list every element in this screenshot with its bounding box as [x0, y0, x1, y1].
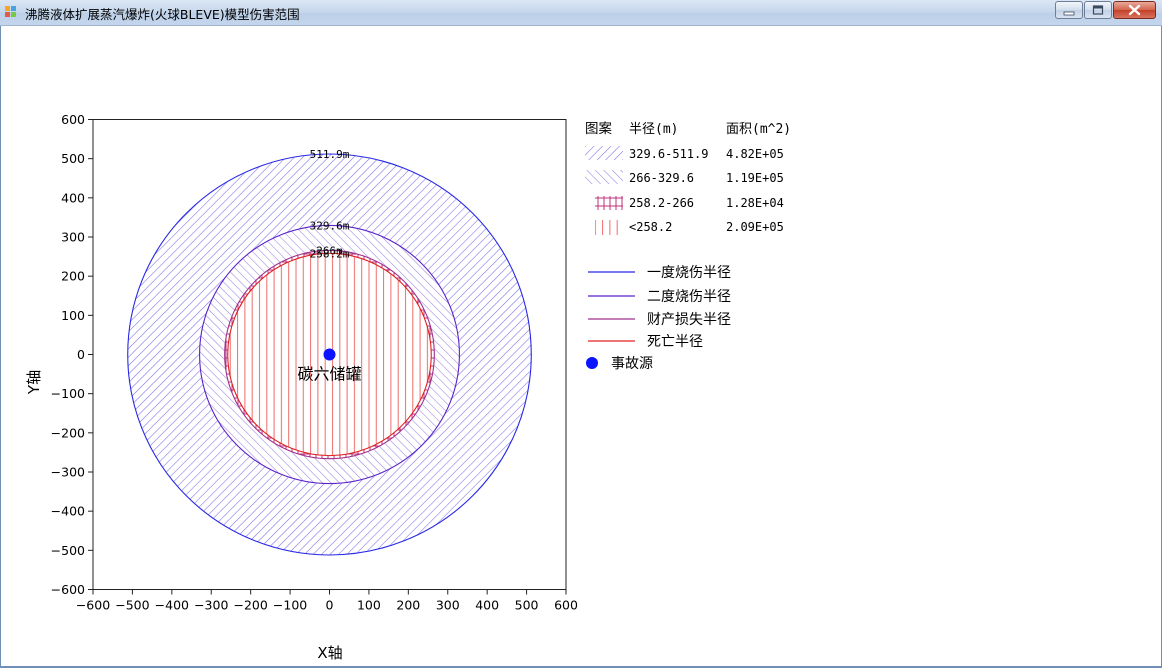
- y-axis-label: Y轴: [25, 370, 43, 395]
- legend-zone-area: 1.28E+04: [726, 196, 784, 210]
- x-tick-label: 100: [357, 598, 381, 613]
- y-tick-label: 300: [61, 230, 85, 245]
- radius-label: 258.2m: [310, 247, 350, 260]
- app-window-icon[interactable]: [5, 6, 17, 18]
- y-tick-label: −500: [51, 543, 85, 558]
- maximize-button[interactable]: [1084, 1, 1112, 19]
- legend-swatch-hatch-back: [585, 170, 623, 184]
- legend-label-first-degree: 一度烧伤半径: [647, 265, 731, 281]
- source-label: 碳六储罐: [297, 365, 361, 384]
- y-tick-label: 0: [77, 347, 85, 362]
- x-tick-label: −500: [115, 598, 149, 613]
- legend-header-radius: 半径(m): [629, 122, 678, 137]
- x-axis-label: X轴: [317, 644, 342, 662]
- legend-zone-area: 2.09E+05: [726, 220, 784, 234]
- legend-source-marker: [586, 357, 598, 369]
- legend-zone-range: <258.2: [629, 220, 672, 234]
- y-tick-label: −200: [51, 425, 85, 440]
- radius-label: 511.9m: [310, 148, 350, 161]
- legend-zone-area: 1.19E+05: [726, 171, 784, 185]
- x-tick-label: −100: [273, 598, 307, 613]
- x-tick-label: 200: [396, 598, 420, 613]
- x-tick-label: 0: [326, 598, 334, 613]
- x-tick-label: −600: [76, 598, 110, 613]
- legend-header-area: 面积(m^2): [726, 122, 791, 137]
- radius-label: 329.6m: [310, 219, 350, 232]
- legend-zone-range: 258.2-266: [629, 196, 694, 210]
- title-bar: 沸腾液体扩展蒸汽爆炸(火球BLEVE)模型伤害范围: [0, 0, 1162, 26]
- minimize-icon: [1063, 11, 1075, 16]
- legend-zone-range: 266-329.6: [629, 171, 694, 185]
- x-tick-label: 300: [436, 598, 460, 613]
- x-axis-ticks: −600 −500 −400 −300 −200 −100 0 100 200 300 400 500…: [76, 589, 578, 613]
- y-tick-label: 600: [61, 112, 85, 127]
- legend-label-second-degree: 二度烧伤半径: [647, 289, 731, 305]
- legend-zone-range: 329.6-511.9: [629, 147, 708, 161]
- window-title: 沸腾液体扩展蒸汽爆炸(火球BLEVE)模型伤害范围: [25, 7, 300, 22]
- y-tick-label: −300: [51, 465, 85, 480]
- legend-label-death: 死亡半径: [647, 334, 703, 350]
- maximize-icon: [1092, 5, 1104, 15]
- y-tick-label: 500: [61, 151, 85, 166]
- x-tick-label: −400: [155, 598, 189, 613]
- legend-label-source: 事故源: [611, 356, 653, 372]
- minimize-button[interactable]: [1055, 1, 1083, 19]
- close-icon: [1128, 4, 1141, 16]
- x-tick-label: 500: [515, 598, 539, 613]
- y-tick-label: −600: [51, 582, 85, 597]
- legend-zone-area: 4.82E+05: [726, 147, 784, 161]
- legend-swatch-hatch-forward: [585, 146, 623, 160]
- y-tick-label: 400: [61, 190, 85, 205]
- y-axis-ticks: 600 500 400 300 200 100 0 −100 −200 −300 −400 −500 −…: [51, 112, 93, 597]
- legend-swatch-cross: [595, 196, 623, 210]
- legend-label-property-loss: 财产损失半径: [647, 312, 731, 328]
- window-client-area: 511.9m 329.6m 266m 258.2m −600 −500 −400 −300−…: [0, 26, 1162, 668]
- x-tick-label: 400: [475, 598, 499, 613]
- legend-swatch-vertical: [595, 220, 623, 235]
- y-tick-label: 100: [61, 308, 85, 323]
- x-tick-label: −300: [194, 598, 228, 613]
- x-tick-label: 600: [554, 598, 578, 613]
- x-tick-label: −200: [233, 598, 267, 613]
- y-tick-label: 200: [61, 269, 85, 284]
- legend: 图案 半径(m) 面积(m^2) 329.6-511.9 4.82E+05 26…: [585, 120, 791, 372]
- close-button[interactable]: [1113, 1, 1156, 19]
- bleve-damage-chart: 511.9m329.6m266m258.2m −600 −500 −400 −300−…: [25, 112, 791, 662]
- legend-header-pattern: 图案: [585, 120, 613, 137]
- accident-source-marker: [323, 348, 336, 361]
- y-tick-label: −100: [51, 386, 85, 401]
- y-tick-label: −400: [51, 504, 85, 519]
